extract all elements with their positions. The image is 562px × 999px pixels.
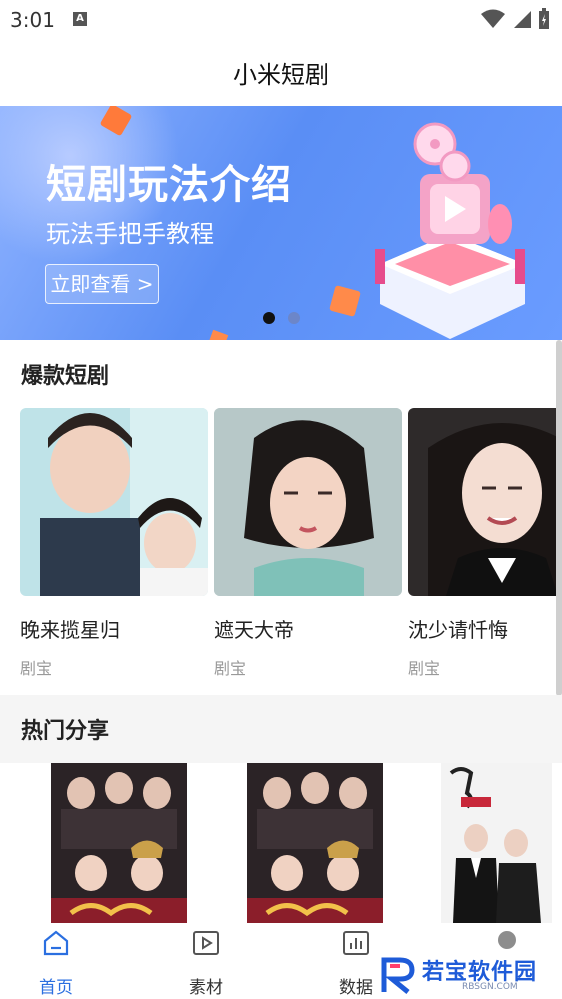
nav-label: 素材 [189, 978, 223, 998]
nav-label: 首页 [39, 978, 73, 998]
drama-cover-image [214, 408, 402, 596]
drama-source: 剧宝 [408, 659, 441, 678]
drama-title: 晚来揽星归 [20, 618, 120, 642]
nav-item-material[interactable]: 素材 [156, 923, 256, 999]
banner-cube-decoration [329, 285, 361, 317]
drama-title: 沈少请忏悔 [408, 618, 508, 642]
drama-title: 遮天大帝 [214, 618, 294, 642]
watermark-url: RBSGN.COM [462, 982, 518, 992]
battery-icon [539, 8, 549, 29]
carousel-indicator [263, 312, 300, 324]
drama-source: 剧宝 [20, 659, 53, 678]
status-time: 3:01 [10, 8, 55, 32]
drama-card[interactable]: 沈少请忏悔 剧宝 [408, 408, 562, 678]
page-title: 小米短剧 [233, 60, 329, 89]
home-icon [43, 930, 69, 956]
drama-cover-image [20, 408, 208, 596]
hot-drama-list: 晚来揽星归 剧宝 遮天大帝 剧宝 沈少请忏悔 剧宝 [20, 408, 562, 678]
watermark-logo: 若宝软件园 RBSGN.COM [380, 952, 562, 999]
film-projector-illustration [375, 122, 525, 339]
share-poster[interactable] [247, 763, 383, 923]
section-header-popular: 热门分享 [0, 695, 562, 763]
nav-item-profile-icon[interactable] [498, 931, 516, 949]
drama-cover-image [408, 408, 562, 596]
drama-card[interactable]: 遮天大帝 剧宝 [214, 408, 402, 678]
section-title-popular-share: 热门分享 [21, 719, 110, 744]
share-poster[interactable] [441, 763, 552, 923]
app-header: 小米短剧 [0, 38, 562, 106]
scrollbar[interactable] [556, 340, 562, 696]
drama-card[interactable]: 晚来揽星归 剧宝 [20, 408, 208, 678]
status-bar: 3:01 A [0, 0, 562, 38]
section-title-hot-dramas: 爆款短剧 [21, 364, 110, 389]
drama-source: 剧宝 [214, 659, 247, 678]
carousel-dot[interactable] [288, 312, 300, 324]
watermark-r-icon [381, 957, 415, 994]
chart-icon [343, 931, 369, 955]
banner-headline: 短剧玩法介绍 [46, 162, 292, 208]
promo-banner[interactable]: 短剧玩法介绍 玩法手把手教程 立即查看 > [0, 106, 562, 340]
share-poster[interactable] [51, 763, 187, 923]
popular-share-list [0, 763, 562, 923]
banner-subtitle: 玩法手把手教程 [46, 220, 214, 248]
carousel-dot-active[interactable] [263, 312, 275, 324]
wifi-icon [481, 9, 505, 28]
banner-cube-decoration [207, 329, 229, 340]
nav-item-home[interactable]: 首页 [6, 923, 106, 999]
view-now-button[interactable]: 立即查看 > [45, 264, 159, 304]
signal-icon [514, 11, 531, 28]
notification-a-icon: A [73, 12, 87, 26]
play-square-icon [193, 931, 219, 955]
